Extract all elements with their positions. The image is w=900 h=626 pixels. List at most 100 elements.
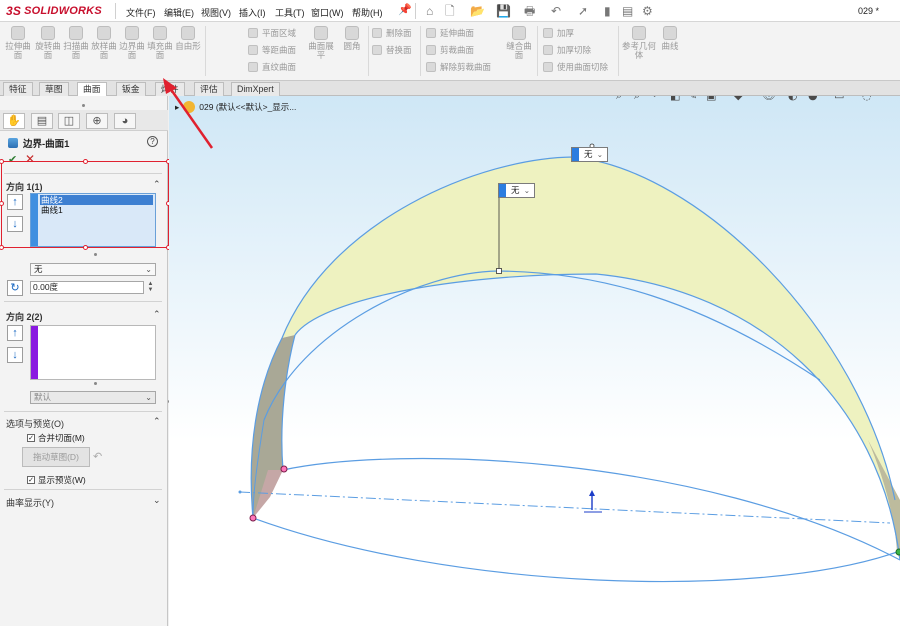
divider: [537, 26, 538, 76]
check-icon: ✓: [27, 476, 35, 484]
trim-surface-button[interactable]: 剪裁曲面: [426, 43, 474, 57]
gear-icon[interactable]: ⚙: [642, 3, 653, 19]
resize-grip[interactable]: [94, 382, 97, 385]
freeform-button[interactable]: 自由形: [174, 26, 202, 51]
delete-face-button[interactable]: 删除面: [372, 26, 412, 40]
direction2-tangency-select[interactable]: 默认 ⌄: [30, 391, 156, 404]
menu-help[interactable]: 帮助(H): [352, 6, 383, 19]
reference-geometry-button[interactable]: 参考几何体: [622, 26, 656, 60]
draft-angle-input[interactable]: 0.00度: [30, 281, 144, 294]
view-orientation-icon: ▣: [706, 96, 716, 102]
move-down-icon[interactable]: ↓: [7, 347, 23, 363]
menu-tools[interactable]: 工具(T): [275, 6, 305, 19]
divider: [368, 26, 369, 76]
cut-with-surface-button[interactable]: 使用曲面切除: [543, 60, 608, 74]
extruded-surface-button[interactable]: 拉伸曲面: [4, 26, 32, 60]
fill-surface-icon: [153, 26, 167, 40]
reference-geometry-icon: [632, 26, 646, 40]
offset-surface-button[interactable]: 等距曲面: [248, 43, 296, 57]
boundary-surface-button[interactable]: 边界曲面: [118, 26, 146, 60]
annotation-handle: [83, 159, 88, 164]
menu-view[interactable]: 视图(V): [201, 6, 231, 19]
tab-sheet-metal[interactable]: 钣金: [116, 82, 146, 96]
open-icon[interactable]: 📂: [470, 3, 485, 19]
thicken-icon: [543, 28, 553, 38]
loft-surface-icon: [97, 26, 111, 40]
dimxpert-manager-icon[interactable]: ⊕: [86, 113, 108, 129]
new-document-icon[interactable]: 🗋: [445, 3, 455, 19]
drag-sketch-button[interactable]: 拖动草图(D): [22, 447, 90, 467]
direction2-curve-list[interactable]: [30, 325, 156, 380]
extend-surface-button[interactable]: 延伸曲面: [426, 26, 474, 40]
curves-button[interactable]: 曲线: [656, 26, 684, 51]
check-icon: ✓: [27, 434, 35, 442]
undo-sketch-drag-icon[interactable]: ↶: [93, 450, 102, 463]
reverse-direction-icon[interactable]: ↻: [7, 280, 23, 296]
lofted-surface-button[interactable]: 放样曲面: [90, 26, 118, 60]
chevron-up-icon[interactable]: ⌃: [153, 309, 161, 320]
chevron-down-icon: ⌄: [523, 186, 530, 195]
knit-surface-button[interactable]: 缝合曲面: [505, 26, 533, 60]
fillet-button[interactable]: 圆角: [338, 26, 366, 51]
revolved-surface-button[interactable]: 旋转曲面: [34, 26, 62, 60]
highlight-annotation-box: [1, 161, 169, 248]
splitter-handle[interactable]: [82, 104, 85, 107]
menu-insert[interactable]: 插入(I): [239, 6, 266, 19]
home-icon[interactable]: ⌂: [426, 3, 433, 19]
menu-edit[interactable]: 编辑(E): [164, 6, 194, 19]
tab-sketch[interactable]: 草图: [39, 82, 69, 96]
divider: [4, 411, 162, 412]
angle-spinner[interactable]: ▲ ▼: [146, 281, 155, 294]
undo-icon[interactable]: ↶: [551, 3, 561, 19]
swept-surface-button[interactable]: 扫描曲面: [62, 26, 90, 60]
configuration-manager-icon[interactable]: ◫: [58, 113, 80, 129]
filled-surface-button[interactable]: 填充曲面: [146, 26, 174, 60]
tab-features[interactable]: 特征: [3, 82, 33, 96]
print-icon[interactable]: 🖶: [524, 3, 535, 19]
tab-weldments[interactable]: 焊件: [155, 82, 185, 96]
feature-manager-icon[interactable]: ✋: [3, 113, 25, 129]
sweep-surface-icon: [69, 26, 83, 40]
chevron-down-icon[interactable]: ⌄: [153, 495, 161, 506]
property-manager-icon[interactable]: ▤: [31, 113, 53, 129]
graphics-viewport[interactable]: ▸029 (默认<<默认>_显示... ⌕ ⌕ ↶ ◧ ✎ ▣ ◆ 👁 ◐ ◒ …: [169, 96, 900, 626]
rebuild-icon[interactable]: ▮: [604, 3, 611, 19]
thicken-button[interactable]: 加厚: [543, 26, 574, 40]
tab-evaluate[interactable]: 评估: [194, 82, 224, 96]
curvature-display-header[interactable]: 曲率显示(Y): [6, 496, 54, 509]
save-icon[interactable]: 💾: [496, 3, 511, 19]
file-properties-icon[interactable]: ▤: [622, 3, 633, 19]
direction2-header[interactable]: 方向 2(2): [6, 310, 43, 323]
untrim-surface-button[interactable]: 解除剪裁曲面: [426, 60, 491, 74]
thickened-cut-button[interactable]: 加厚切除: [543, 43, 591, 57]
direction1-tangency-select[interactable]: 无 ⌄: [30, 263, 156, 276]
help-icon[interactable]: ?: [147, 136, 158, 147]
display-manager-icon[interactable]: ◕: [114, 113, 136, 129]
replace-face-button[interactable]: 替换面: [372, 43, 412, 57]
zoom-to-fit-icon: ⌕: [616, 96, 622, 102]
surface-flatten-button[interactable]: 曲面展平: [307, 26, 335, 60]
cut-with-surface-icon: [543, 62, 553, 72]
move-up-icon[interactable]: ↑: [7, 325, 23, 341]
merge-tangent-faces-checkbox[interactable]: ✓ 合并切面(M): [27, 432, 85, 444]
curves-icon: [663, 26, 677, 40]
menu-window[interactable]: 窗口(W): [311, 6, 344, 19]
model-scene[interactable]: ⌕ ⌕ ↶ ◧ ✎ ▣ ◆ 👁 ◐ ◒ ▭ ◌: [169, 96, 900, 626]
pin-icon[interactable]: 📌: [398, 3, 412, 16]
select-icon[interactable]: ➚: [578, 3, 588, 19]
planar-surface-button[interactable]: 平面区域: [248, 26, 296, 40]
resize-grip[interactable]: [94, 253, 97, 256]
tab-dimxpert[interactable]: DimXpert: [231, 82, 280, 96]
options-header[interactable]: 选项与预览(O): [6, 417, 64, 430]
tangency-callout-2[interactable]: 无 ⌄: [498, 183, 535, 198]
section-view-icon: ◧: [670, 96, 680, 102]
tab-surfaces[interactable]: 曲面: [77, 82, 107, 97]
show-preview-checkbox[interactable]: ✓ 显示预览(W): [27, 474, 86, 486]
fillet-icon: [345, 26, 359, 40]
replace-face-icon: [372, 45, 382, 55]
menu-file[interactable]: 文件(F): [126, 6, 156, 19]
tangency-callout-1[interactable]: 无 ⌄: [571, 147, 608, 162]
chevron-up-icon[interactable]: ⌃: [153, 416, 161, 427]
property-manager-title: 边界-曲面1: [8, 136, 69, 150]
ruled-surface-button[interactable]: 直纹曲面: [248, 60, 296, 74]
